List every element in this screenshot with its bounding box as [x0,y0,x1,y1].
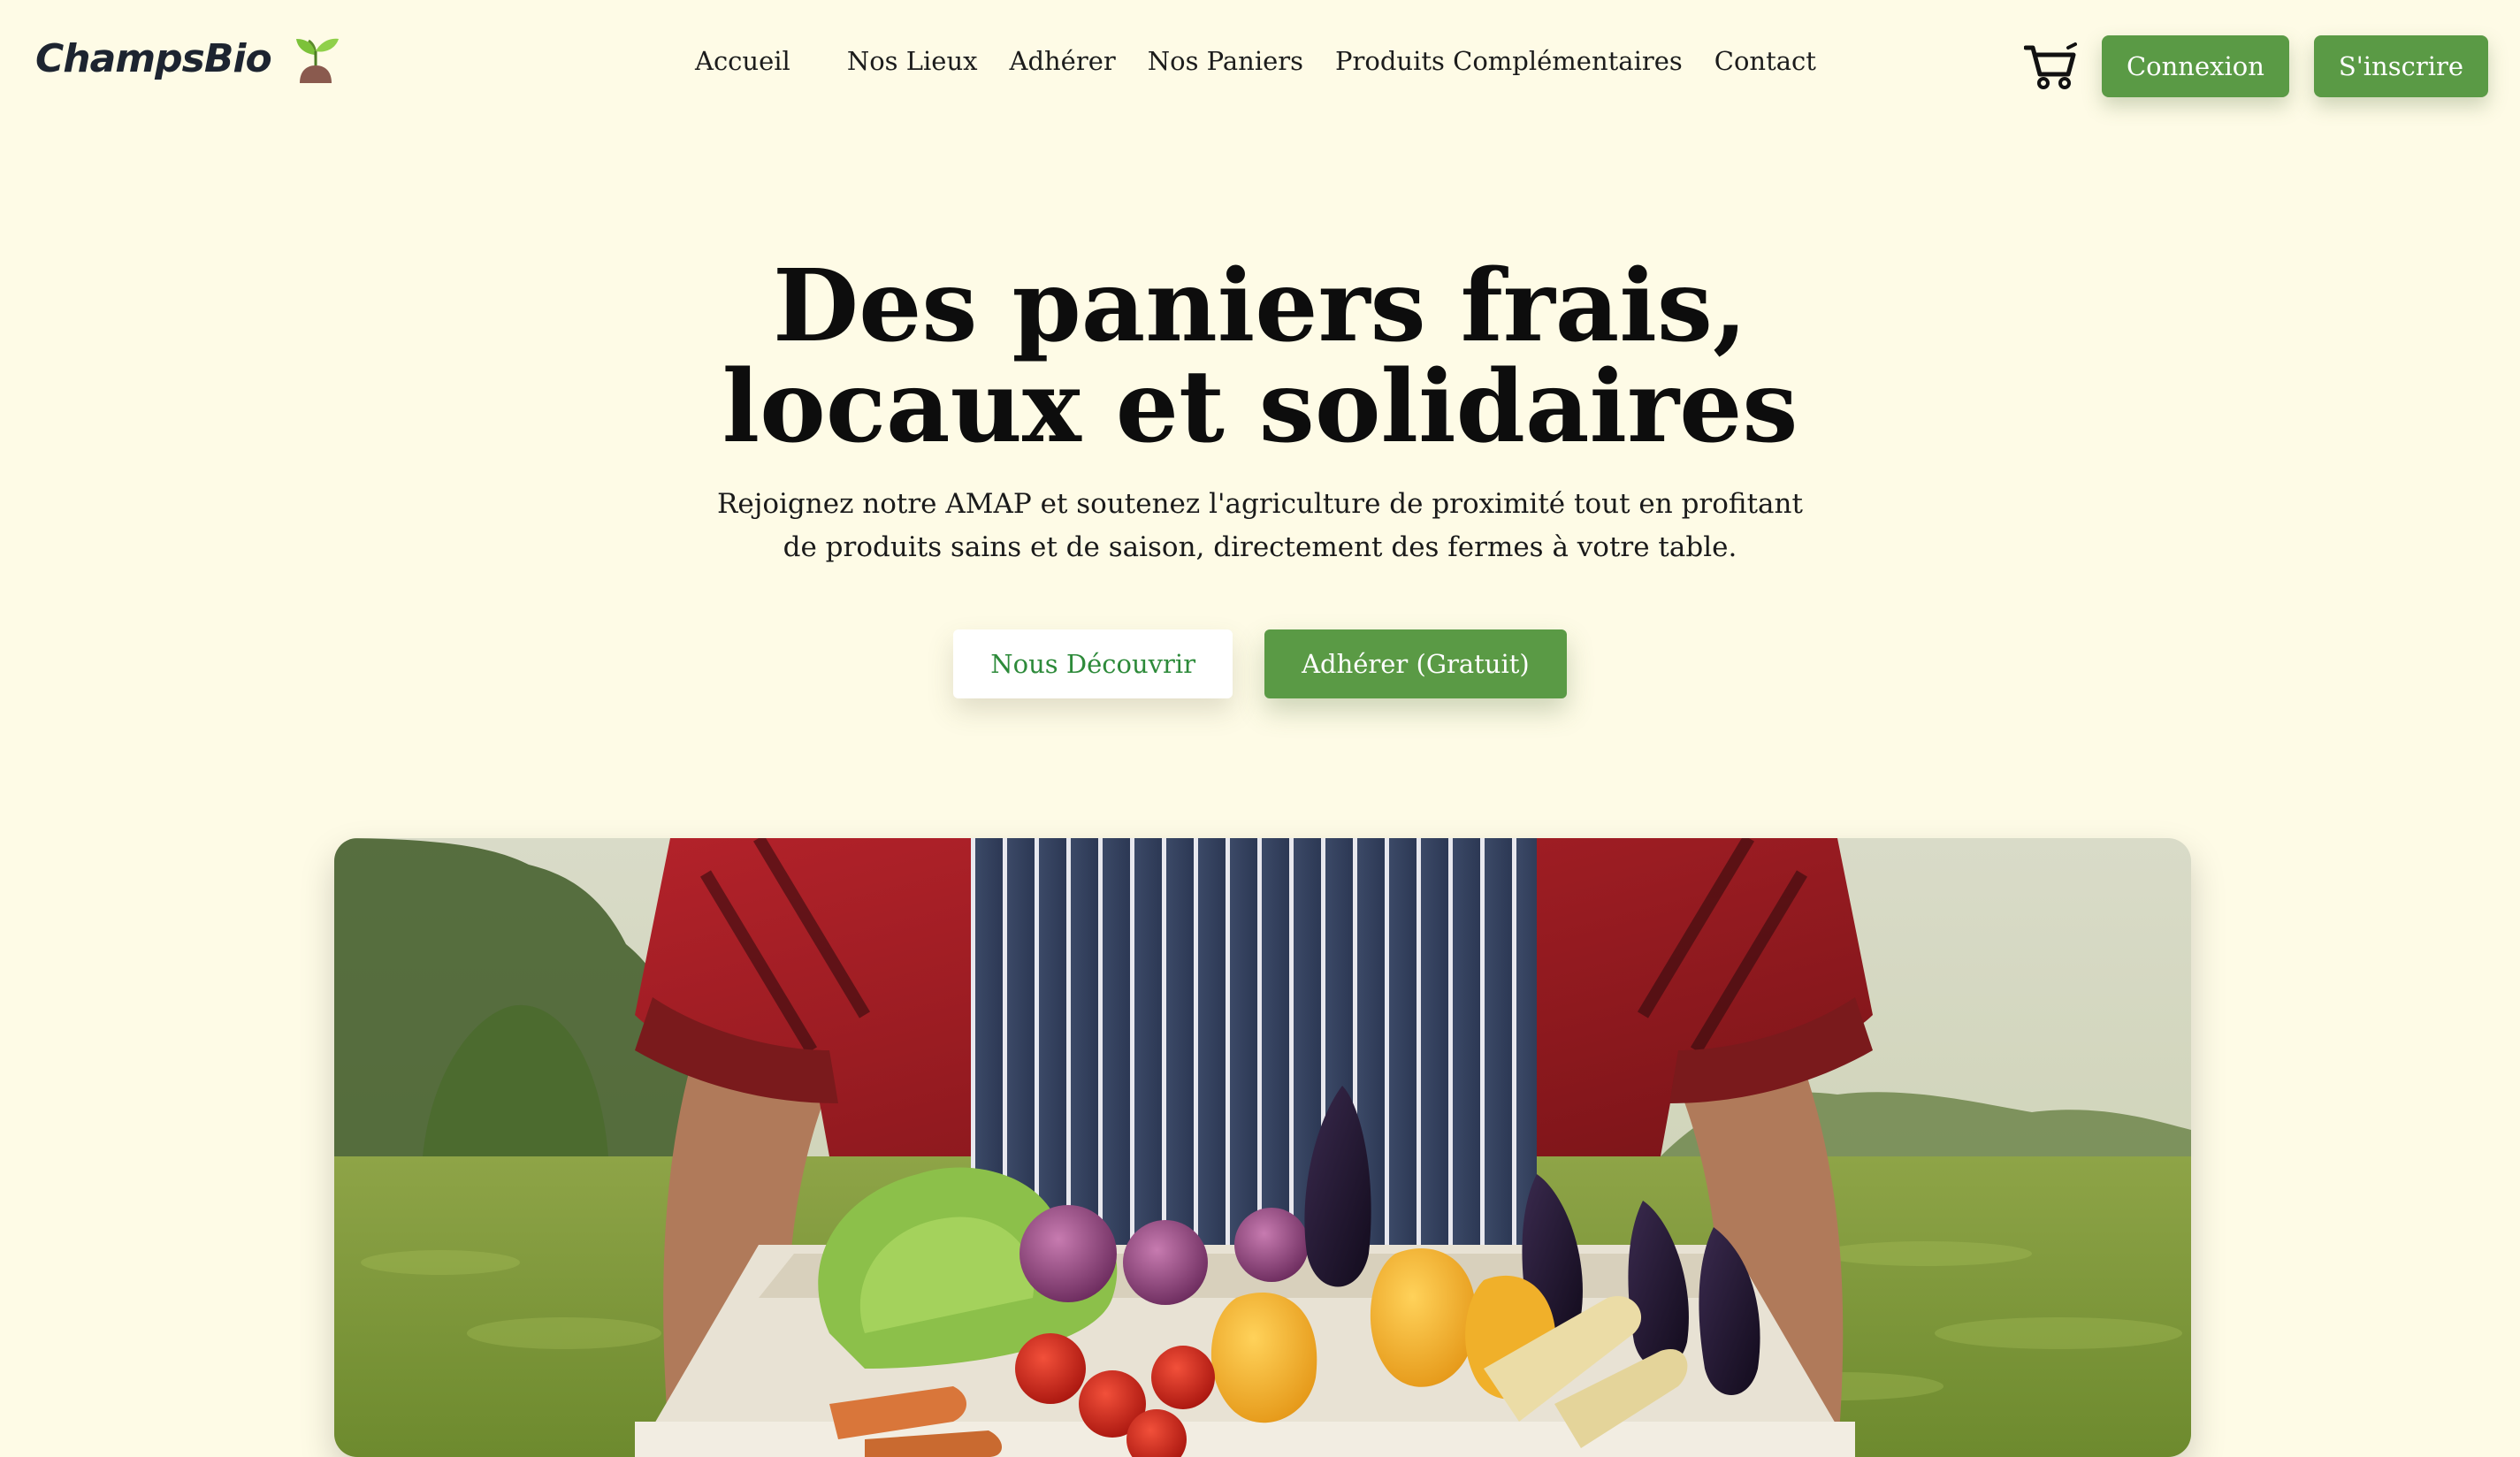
nav-link-contact[interactable]: Contact [1714,46,1816,76]
hero-title: Des paniers frais, locaux et solidaires [0,256,2520,458]
brand-name: ChampsBio [35,35,272,81]
nav-actions: Connexion S'inscrire [2023,35,2488,97]
signup-button[interactable]: S'inscrire [2313,35,2488,97]
nav-link-produits-complementaires[interactable]: Produits Complémentaires [1335,46,1683,76]
login-button[interactable]: Connexion [2101,35,2289,97]
main-navigation: Accueil Nos Lieux Adhérer Nos Paniers Pr… [695,46,1816,76]
brand-logo[interactable]: ChampsBio [35,32,340,85]
hero-title-line-2: locaux et solidaires [722,349,1798,465]
shopping-cart-icon[interactable] [2023,42,2077,90]
nav-link-nos-lieux[interactable]: Nos Lieux [847,46,978,76]
hero-subtitle-line-2: de produits sains et de saison, directem… [783,531,1737,563]
join-free-button[interactable]: Adhérer (Gratuit) [1264,629,1567,698]
nav-link-accueil[interactable]: Accueil [695,46,790,76]
nav-link-adherer[interactable]: Adhérer [1010,46,1116,76]
navbar: ChampsBio Accueil Nos Lieux Adhérer Nos … [0,0,2520,133]
discover-button[interactable]: Nous Découvrir [953,629,1233,698]
hero-subtitle-line-1: Rejoignez notre AMAP et soutenez l'agric… [717,488,1803,520]
sprout-icon [295,38,339,83]
hero-cta-group: Nous Découvrir Adhérer (Gratuit) [0,629,2520,698]
nav-link-nos-paniers[interactable]: Nos Paniers [1148,46,1303,76]
hero-title-line-1: Des paniers frais, [773,248,1747,364]
hero-photo-farmer-vegetable-crate [334,838,2191,1457]
hero-subtitle: Rejoignez notre AMAP et soutenez l'agric… [0,483,2520,569]
